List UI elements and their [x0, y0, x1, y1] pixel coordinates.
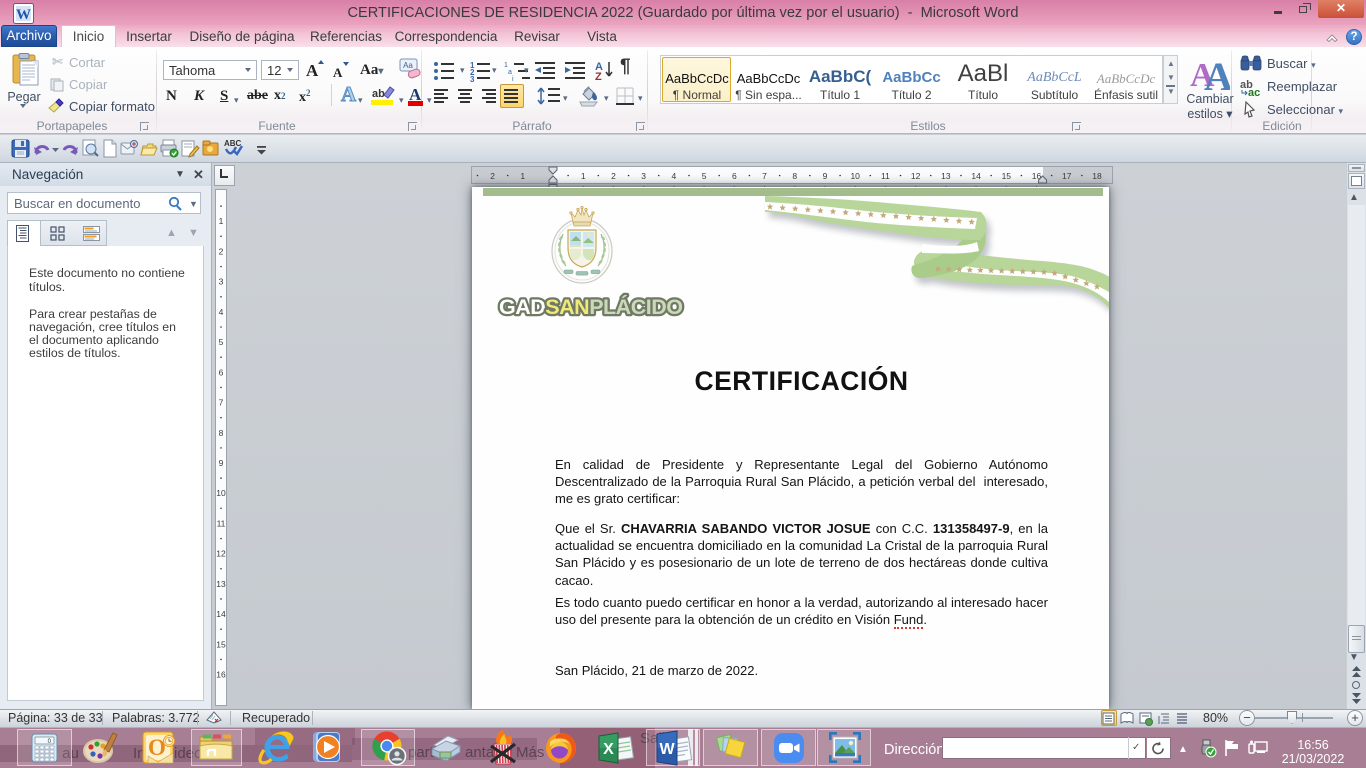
- svg-text:O: O: [148, 735, 166, 760]
- svg-text:3: 3: [470, 75, 475, 82]
- svg-text:6: 6: [732, 171, 737, 181]
- svg-text:3: 3: [219, 277, 224, 287]
- svg-text:ABC: ABC: [224, 139, 242, 148]
- svg-text:9: 9: [823, 171, 828, 181]
- svg-text:16: 16: [216, 670, 226, 680]
- svg-text:i: i: [512, 76, 514, 82]
- svg-text:12: 12: [216, 549, 226, 559]
- svg-text:10: 10: [850, 171, 860, 181]
- svg-text:W: W: [659, 741, 675, 758]
- svg-text:15: 15: [216, 639, 226, 649]
- svg-text:X: X: [603, 741, 614, 758]
- svg-text:13: 13: [941, 171, 951, 181]
- svg-text:14: 14: [216, 609, 226, 619]
- svg-text:13: 13: [216, 579, 226, 589]
- svg-text:Z: Z: [595, 71, 602, 82]
- svg-text:2: 2: [490, 171, 495, 181]
- svg-text:a: a: [508, 69, 512, 76]
- svg-text:4: 4: [672, 171, 677, 181]
- svg-text:7: 7: [762, 171, 767, 181]
- svg-text:2: 2: [611, 171, 616, 181]
- svg-text:A: A: [1204, 56, 1230, 90]
- svg-text:Aa: Aa: [403, 61, 413, 70]
- svg-text:1: 1: [219, 216, 224, 226]
- svg-text:1: 1: [504, 62, 508, 69]
- svg-text:1: 1: [520, 171, 525, 181]
- svg-text:12: 12: [911, 171, 921, 181]
- svg-text:8: 8: [219, 428, 224, 438]
- svg-text:15: 15: [1002, 171, 1012, 181]
- svg-text:11: 11: [881, 171, 890, 181]
- svg-text:4: 4: [219, 307, 224, 317]
- svg-text:3: 3: [641, 171, 646, 181]
- svg-text:14: 14: [971, 171, 981, 181]
- svg-text:8: 8: [792, 171, 797, 181]
- svg-text:7: 7: [219, 398, 224, 408]
- svg-text:5: 5: [219, 337, 224, 347]
- svg-text:9: 9: [219, 458, 224, 468]
- svg-text:GADSANPLÁCIDO: GADSANPLÁCIDO: [499, 294, 682, 319]
- svg-text:10: 10: [216, 488, 226, 498]
- svg-text:6: 6: [219, 367, 224, 377]
- svg-text:5: 5: [702, 171, 707, 181]
- svg-text:1: 1: [581, 171, 586, 181]
- svg-text:2: 2: [219, 246, 224, 256]
- svg-text:18: 18: [1092, 171, 1102, 181]
- svg-text:ab: ab: [372, 88, 385, 100]
- svg-text:ac: ac: [1248, 87, 1260, 96]
- svg-text:17: 17: [1062, 171, 1072, 181]
- svg-text:11: 11: [217, 518, 226, 528]
